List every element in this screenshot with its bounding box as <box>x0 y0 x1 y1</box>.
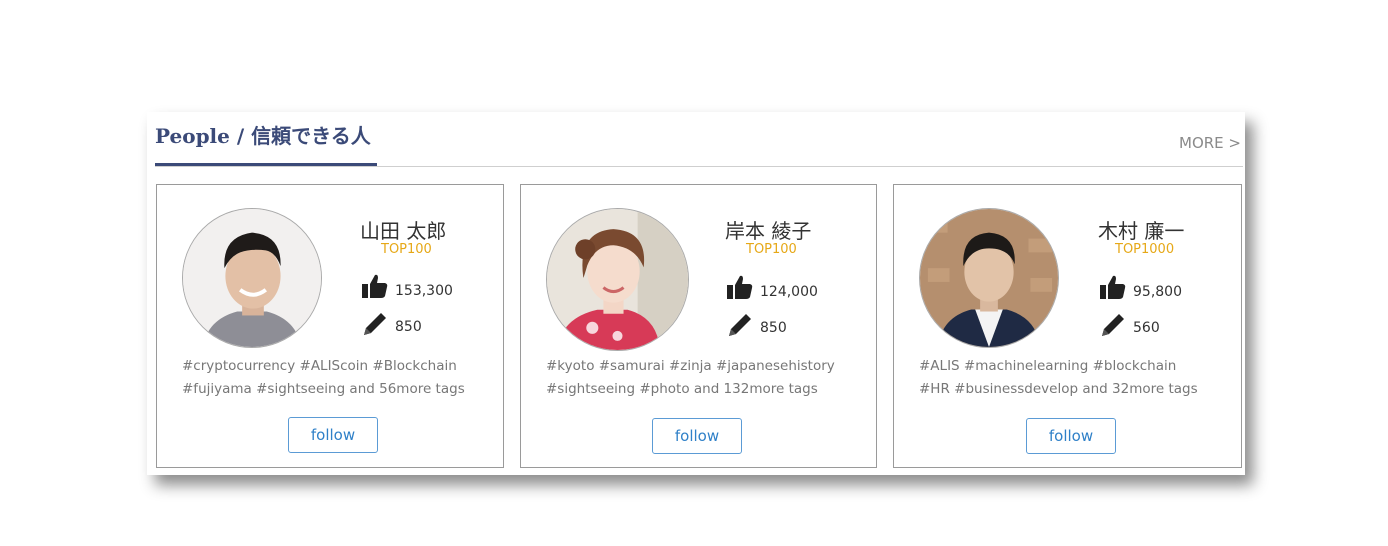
avatar-photo <box>920 209 1058 347</box>
tags-line[interactable]: #ALIS #machinelearning #blockchain <box>919 355 1239 378</box>
header-divider <box>155 166 1243 167</box>
thumbs-up-icon <box>1100 275 1126 299</box>
follow-button[interactable]: follow <box>288 417 378 453</box>
person-card[interactable]: 山田 太郎 TOP100 153,300 850 #cryptocurrency… <box>156 184 504 468</box>
tag-list: #cryptocurrency #ALIScoin #Blockchain #f… <box>182 355 502 401</box>
avatar[interactable] <box>546 208 689 351</box>
tags-line[interactable]: #fujiyama #sightseeing and 56more tags <box>182 378 502 401</box>
tags-line[interactable]: #cryptocurrency #ALIScoin #Blockchain <box>182 355 502 378</box>
avatar[interactable] <box>182 208 322 348</box>
rank-badge: TOP100 <box>381 242 432 257</box>
tag-list: #kyoto #samurai #zinja #japanesehistory … <box>546 355 866 401</box>
articles-count: 850 <box>395 319 422 335</box>
pencil-icon <box>364 313 386 335</box>
likes-count: 95,800 <box>1133 284 1182 300</box>
articles-count: 560 <box>1133 320 1160 336</box>
rank-badge: TOP100 <box>746 242 797 257</box>
person-name[interactable]: 山田 太郎 <box>360 215 446 244</box>
avatar-photo <box>547 209 688 350</box>
tags-line[interactable]: #HR #businessdevelop and 32more tags <box>919 378 1239 401</box>
avatar-photo <box>183 209 321 347</box>
pencil-icon <box>729 314 751 336</box>
tags-line[interactable]: #kyoto #samurai #zinja #japanesehistory <box>546 355 866 378</box>
follow-button[interactable]: follow <box>652 418 742 454</box>
person-card[interactable]: 木村 廉一 TOP1000 95,800 560 #ALIS #machinel… <box>893 184 1242 468</box>
thumbs-up-icon <box>362 274 388 298</box>
more-link[interactable]: MORE > <box>1179 134 1241 152</box>
likes-count: 124,000 <box>760 284 818 300</box>
person-name[interactable]: 木村 廉一 <box>1098 215 1184 244</box>
thumbs-up-icon <box>727 275 753 299</box>
articles-count: 850 <box>760 320 787 336</box>
pencil-icon <box>1102 314 1124 336</box>
people-panel: People / 信頼できる人 MORE > 山田 太郎 TOP100 153,… <box>147 112 1245 475</box>
person-card[interactable]: 岸本 綾子 TOP100 124,000 850 #kyoto #samurai… <box>520 184 877 468</box>
rank-badge: TOP1000 <box>1115 242 1175 257</box>
avatar[interactable] <box>919 208 1059 348</box>
section-header: People / 信頼できる人 MORE > <box>155 112 1243 168</box>
tags-line[interactable]: #sightseeing #photo and 132more tags <box>546 378 866 401</box>
follow-button[interactable]: follow <box>1026 418 1116 454</box>
likes-count: 153,300 <box>395 283 453 299</box>
tag-list: #ALIS #machinelearning #blockchain #HR #… <box>919 355 1239 401</box>
person-name[interactable]: 岸本 綾子 <box>725 215 811 244</box>
section-title: People / 信頼できる人 <box>155 124 371 148</box>
